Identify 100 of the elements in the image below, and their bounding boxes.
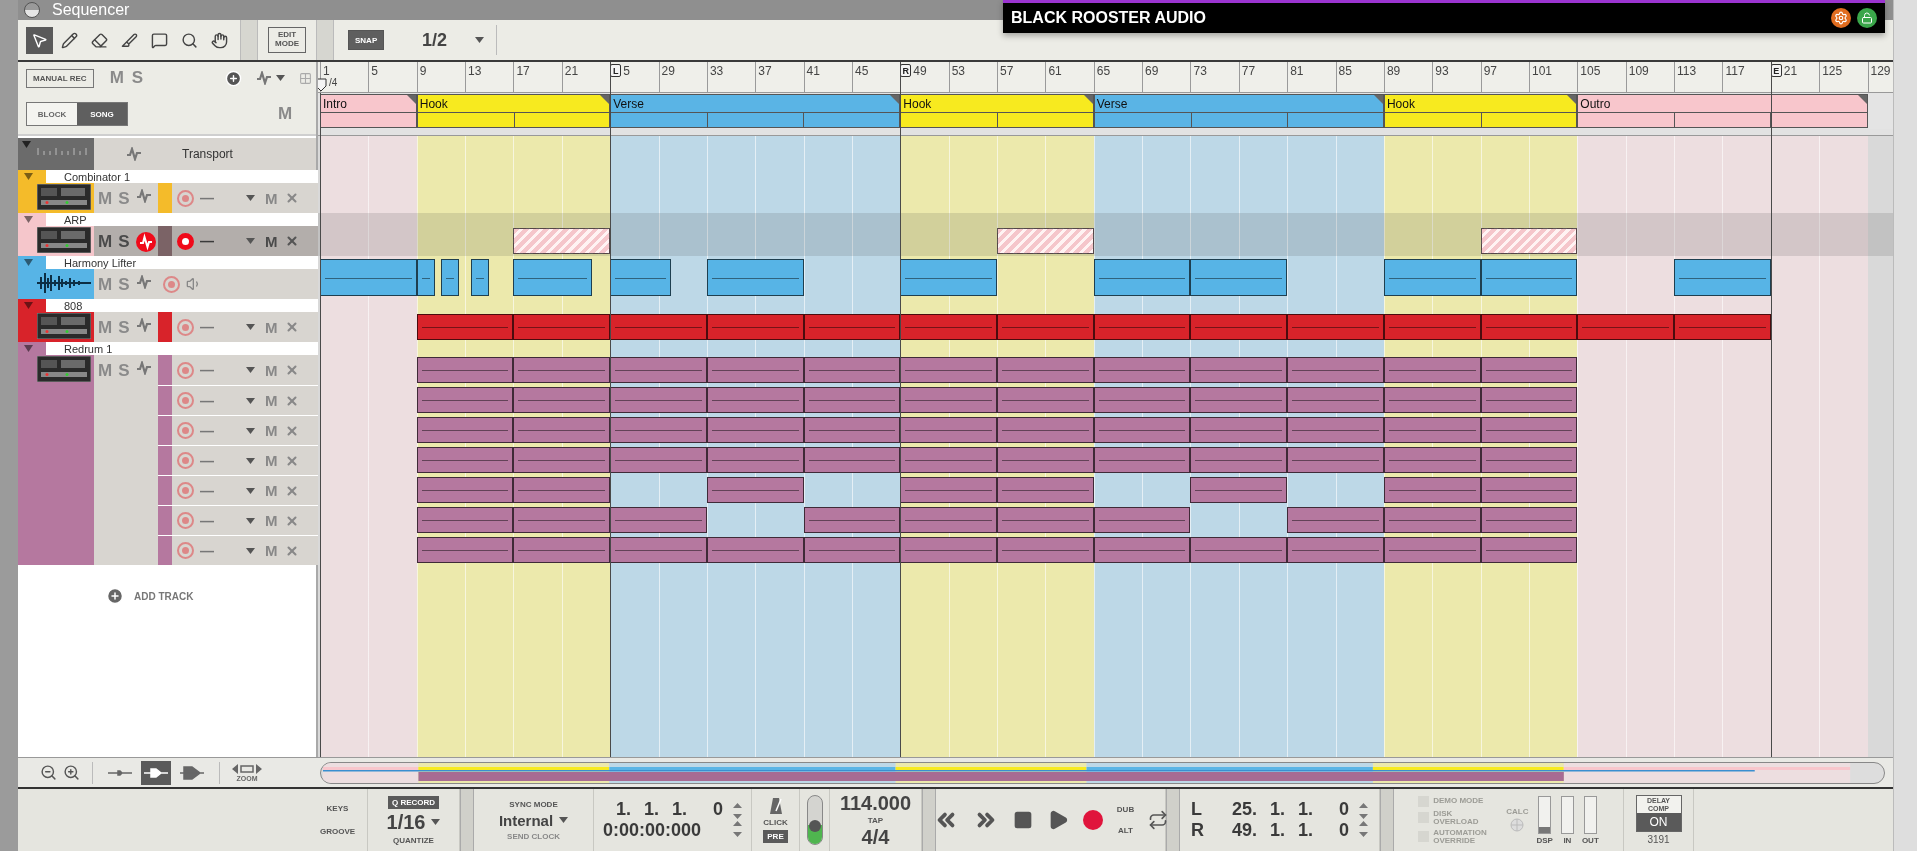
zoom-in-icon[interactable]: [63, 764, 80, 781]
pattern-clip[interactable]: [513, 387, 611, 413]
caret-icon[interactable]: [246, 397, 255, 404]
audio-clip[interactable]: [1190, 259, 1288, 296]
lane-mute-button[interactable]: M: [265, 189, 278, 207]
song-section[interactable]: Verse: [610, 94, 901, 128]
lane-mute-button[interactable]: M: [265, 392, 278, 409]
resize-handle[interactable]: [406, 95, 416, 104]
collapse-icon[interactable]: [22, 141, 31, 148]
view-mode-tab[interactable]: SONG: [77, 103, 127, 125]
collapse-button[interactable]: [18, 342, 46, 355]
pattern-clip[interactable]: [513, 537, 611, 563]
fader-thumb[interactable]: [808, 819, 821, 832]
delete-icon[interactable]: [284, 423, 299, 438]
pattern-clip[interactable]: [900, 447, 998, 473]
pattern-clip[interactable]: [1093, 417, 1191, 443]
pattern-clip[interactable]: [610, 314, 707, 340]
lane-mute-button[interactable]: M: [265, 232, 278, 250]
pattern-clip[interactable]: [900, 537, 998, 563]
tempo-fader[interactable]: [806, 795, 823, 845]
mute-button[interactable]: M: [98, 275, 113, 295]
resize-handle[interactable]: [1083, 95, 1093, 104]
collapse-icon[interactable]: [24, 302, 33, 309]
pattern-clip[interactable]: [513, 477, 611, 503]
pattern-clip[interactable]: [997, 447, 1094, 473]
automation-icon[interactable]: [135, 275, 152, 289]
note-selector[interactable]: —: [196, 233, 246, 249]
resize-handle[interactable]: [1373, 95, 1383, 104]
song-section[interactable]: Hook: [1383, 94, 1578, 128]
automation-icon[interactable]: [135, 232, 156, 252]
solo-button[interactable]: S: [118, 275, 130, 295]
pattern-clip[interactable]: [997, 387, 1094, 413]
settings-icon[interactable]: [1831, 8, 1851, 28]
snap-button[interactable]: SNAP: [348, 30, 384, 50]
lane-mute-button[interactable]: M: [265, 452, 278, 469]
automation-icon[interactable]: [126, 147, 142, 161]
pattern-clip[interactable]: [416, 477, 514, 503]
pattern-clip[interactable]: [900, 477, 998, 503]
lane-mute-button[interactable]: M: [265, 512, 278, 529]
pattern-clip[interactable]: [706, 314, 804, 340]
pattern-clip[interactable]: [1093, 447, 1191, 473]
caret-icon[interactable]: [431, 819, 441, 825]
loop-icon[interactable]: [1148, 810, 1169, 830]
pattern-clip[interactable]: [1093, 314, 1191, 340]
lock-icon[interactable]: [1857, 8, 1877, 28]
mute-button[interactable]: M: [98, 232, 113, 252]
caret-icon[interactable]: [276, 75, 286, 81]
caret-icon[interactable]: [246, 547, 255, 554]
pattern-clip[interactable]: [1383, 387, 1481, 413]
pattern-clip[interactable]: [803, 447, 901, 473]
resize-handle[interactable]: [890, 95, 900, 104]
sync-mode-value[interactable]: Internal: [498, 811, 554, 829]
pattern-clip[interactable]: [1093, 507, 1191, 533]
pattern-clip[interactable]: [513, 314, 611, 340]
delete-icon[interactable]: [284, 453, 299, 468]
collapse-button[interactable]: [18, 213, 46, 226]
pattern-clip[interactable]: [997, 357, 1094, 383]
song-section[interactable]: Hook: [900, 94, 1094, 128]
pattern-clip[interactable]: [900, 357, 998, 383]
timeline-ruler[interactable]: 1 5 9 13 17 21 5 29 33 37 41 45 49 53 57 61 65 69 73 77 81 85 89 93 97 101 105 109 113 117 21 125 129 /4 L R E: [318, 62, 1893, 93]
delete-icon[interactable]: [284, 363, 299, 377]
dub-button[interactable]: DUB: [1116, 805, 1135, 814]
pattern-clip[interactable]: [1287, 314, 1384, 340]
collapse-icon[interactable]: [24, 216, 33, 223]
pattern-clip[interactable]: [900, 507, 998, 533]
automation-icon[interactable]: [256, 71, 273, 85]
pattern-clip[interactable]: [900, 314, 998, 340]
pattern-clip[interactable]: [1093, 357, 1191, 383]
audio-clip[interactable]: [900, 259, 998, 296]
pattern-clip[interactable]: [997, 507, 1094, 533]
pattern-clip[interactable]: [1480, 357, 1578, 383]
search-icon[interactable]: [181, 31, 198, 49]
pattern-clip[interactable]: [1383, 357, 1481, 383]
tempo-value[interactable]: 114.000: [839, 791, 912, 815]
caret-icon[interactable]: [246, 367, 255, 373]
pattern-clip[interactable]: [1480, 477, 1578, 503]
note-selector[interactable]: —: [196, 512, 246, 529]
pattern-clip[interactable]: [803, 537, 901, 563]
record-enable-button[interactable]: [177, 232, 194, 250]
solo-button[interactable]: S: [118, 318, 130, 338]
mute-button[interactable]: M: [98, 361, 113, 381]
add-icon[interactable]: [225, 69, 243, 87]
pattern-clip[interactable]: [1383, 507, 1481, 533]
pattern-clip[interactable]: [610, 447, 707, 473]
pattern-clip[interactable]: [416, 387, 514, 413]
resize-handle[interactable]: [600, 95, 610, 104]
eraser-icon[interactable]: [91, 31, 108, 49]
caret-icon[interactable]: [246, 517, 255, 524]
note-selector[interactable]: —: [196, 452, 246, 469]
caret-icon[interactable]: [246, 457, 255, 464]
lane-mute-button[interactable]: M: [265, 361, 278, 379]
song-section[interactable]: Hook: [416, 94, 611, 128]
pattern-clip[interactable]: [706, 417, 804, 443]
mute-button[interactable]: M: [278, 104, 293, 124]
lane-mute-button[interactable]: M: [265, 482, 278, 499]
pattern-clip[interactable]: [1383, 447, 1481, 473]
pattern-clip[interactable]: [1190, 537, 1288, 563]
pattern-clip[interactable]: [513, 507, 611, 533]
empty-pattern-clip[interactable]: [513, 228, 611, 254]
pattern-clip[interactable]: [1190, 417, 1288, 443]
